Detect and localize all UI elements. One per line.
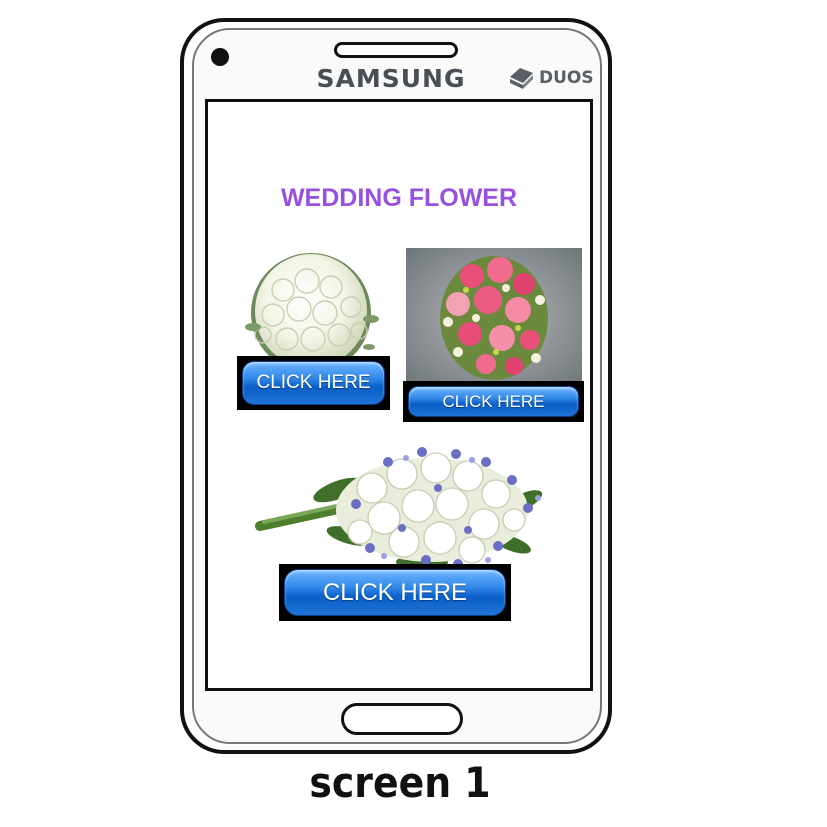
duos-badge: DUOS [506, 64, 594, 92]
card-2-click-here-button[interactable]: CLICK HERE [408, 386, 579, 417]
phone-screen: WEDDING FLOWER CLICK HERE CLICK HERE CLI… [205, 99, 593, 691]
pink-peony-bouquet-image[interactable] [406, 248, 582, 386]
duos-label: DUOS [539, 68, 594, 88]
page-title: WEDDING FLOWER [280, 184, 518, 212]
mockup-stage: SAMSUNG DUOS WEDDING FLOWER CLICK HERE C… [0, 0, 827, 827]
speaker-grille [334, 42, 458, 58]
home-button[interactable] [341, 703, 463, 735]
brand-logo: SAMSUNG [316, 64, 466, 93]
screen-caption: screen 1 [309, 758, 491, 807]
card-1-button-frame: CLICK HERE [237, 356, 390, 410]
card-2-button-frame: CLICK HERE [403, 381, 584, 422]
front-camera-icon [211, 48, 229, 66]
sim-card-icon [506, 65, 536, 91]
card-1-click-here-button[interactable]: CLICK HERE [242, 361, 385, 405]
card-3-click-here-button[interactable]: CLICK HERE [284, 569, 506, 616]
card-3-button-frame: CLICK HERE [279, 564, 511, 621]
